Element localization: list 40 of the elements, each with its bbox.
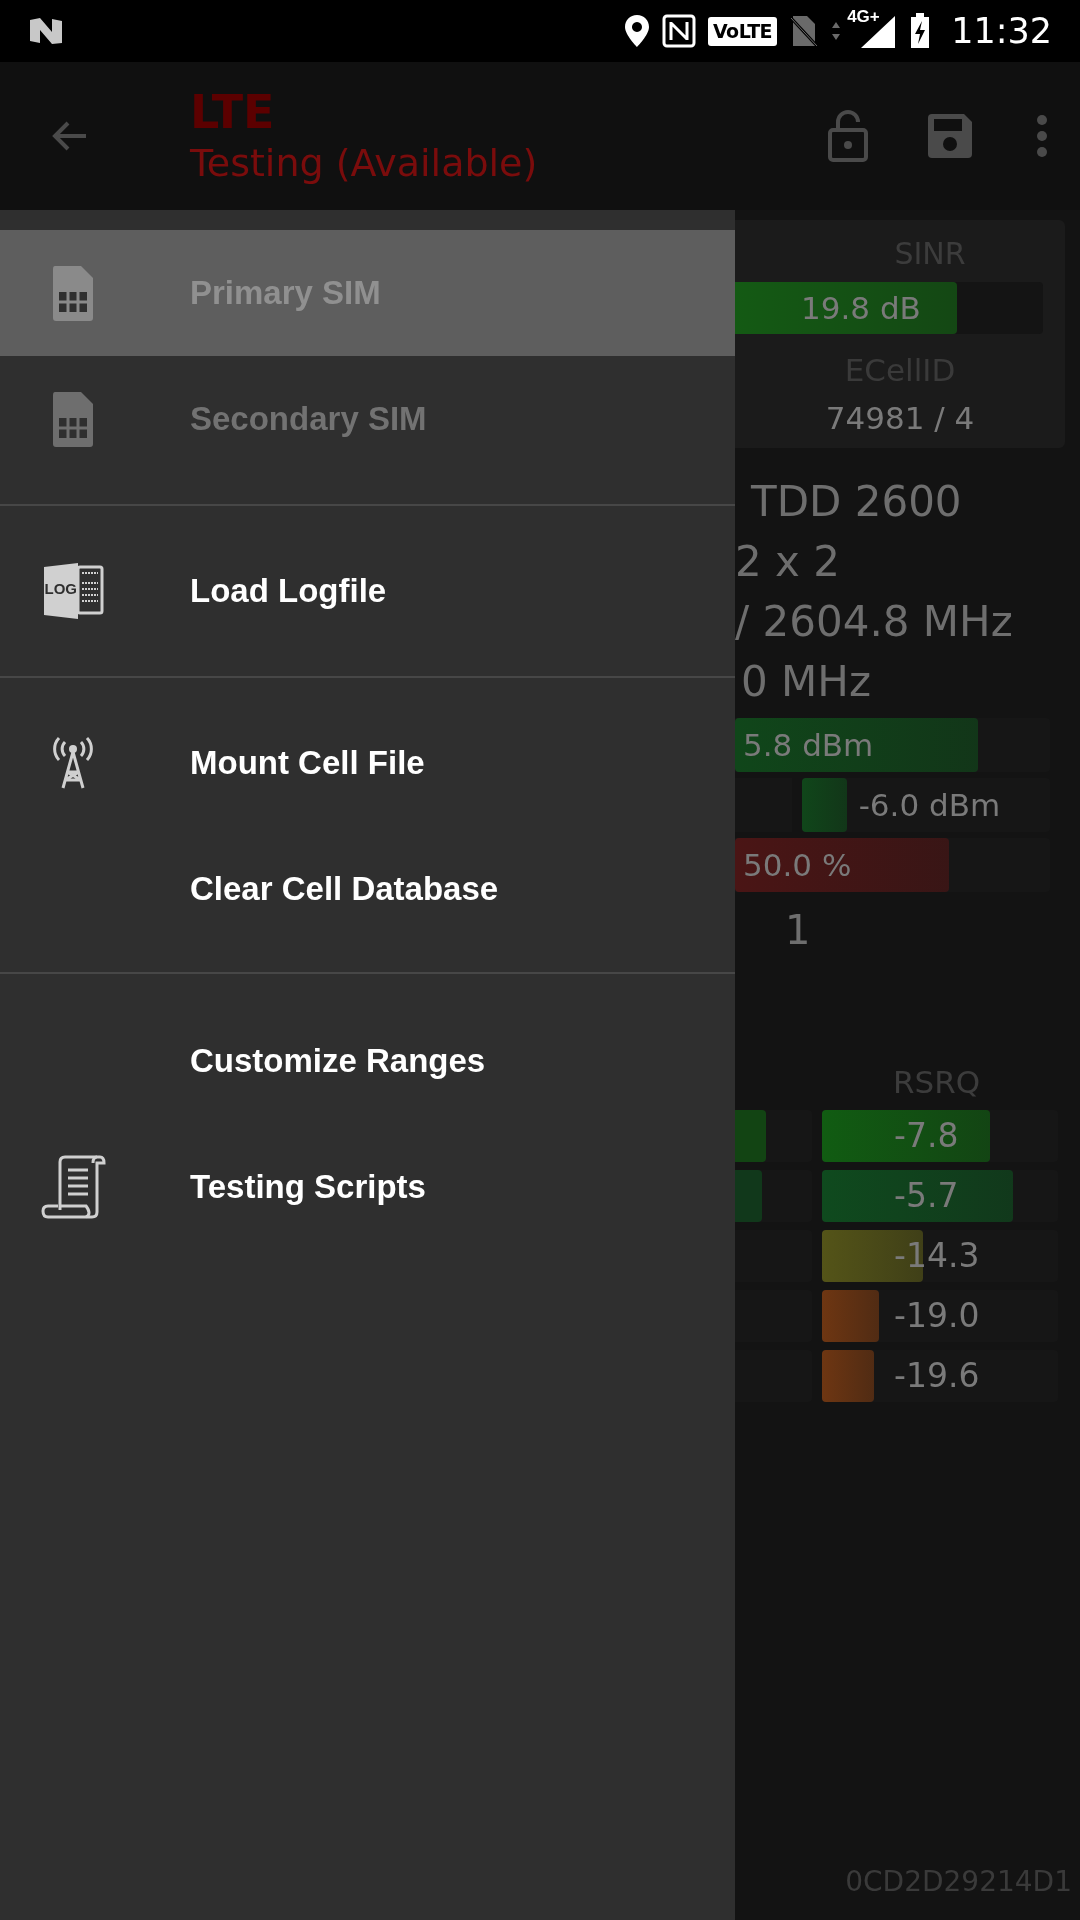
icon-label: LOG: [44, 581, 77, 596]
rsrq-reading: -14.3: [894, 1235, 980, 1277]
data-arrows-icon: [831, 20, 842, 42]
ecellid-value: 74981 / 4: [825, 399, 975, 438]
bar-reading: 50.0 %: [743, 846, 852, 885]
drawer-menu-item[interactable]: Clear Cell Database: [0, 826, 735, 952]
info-line: 0 MHz: [740, 656, 872, 708]
drawer-menu-item[interactable]: Mount Cell File: [0, 700, 735, 826]
no-sim-icon: [789, 14, 820, 48]
clock-time: 11:32: [951, 9, 1052, 53]
location-pin-icon: [623, 14, 650, 48]
info-line: TDD 2600: [750, 476, 963, 528]
rsrq-reading: -5.7: [894, 1175, 959, 1217]
rsrq-reading: -19.6: [894, 1355, 980, 1397]
bar-reading: -6.0 dBm: [858, 786, 1001, 825]
battery-charging-icon: [909, 13, 932, 49]
info-line: 2 x 2: [735, 536, 841, 588]
drawer-menu-item[interactable]: Testing Scripts: [0, 1124, 735, 1250]
screen-subtitle: Testing (Available): [190, 140, 538, 187]
sinr-reading: 19.8 dB: [801, 289, 921, 328]
drawer-menu-item[interactable]: Customize Ranges: [0, 998, 735, 1124]
count-value: 1: [784, 906, 811, 955]
sim-card-icon: [50, 390, 95, 448]
save-icon: [926, 112, 974, 160]
volte-badge: VoLTE: [707, 16, 778, 46]
drawer-menu-item[interactable]: LOG Load Logfile: [0, 528, 735, 654]
network-type-label: 4G+: [847, 8, 880, 25]
rsrq-reading: -7.8: [894, 1115, 959, 1157]
scroll-icon: [39, 1154, 106, 1220]
screen-title: LTE: [190, 85, 276, 139]
more-options-icon: [1036, 114, 1048, 158]
sim-card-icon: [50, 264, 95, 322]
antenna-tower-icon: [51, 736, 94, 790]
info-line: / 2604.8 MHz: [735, 596, 1014, 648]
bar-reading: 5.8 dBm: [743, 726, 874, 765]
rsrq-reading: -19.0: [894, 1295, 980, 1337]
notification-logo-icon: [28, 16, 64, 46]
logfile-icon: [41, 561, 104, 621]
nfc-icon: [661, 14, 696, 48]
unlock-icon: [826, 110, 870, 162]
